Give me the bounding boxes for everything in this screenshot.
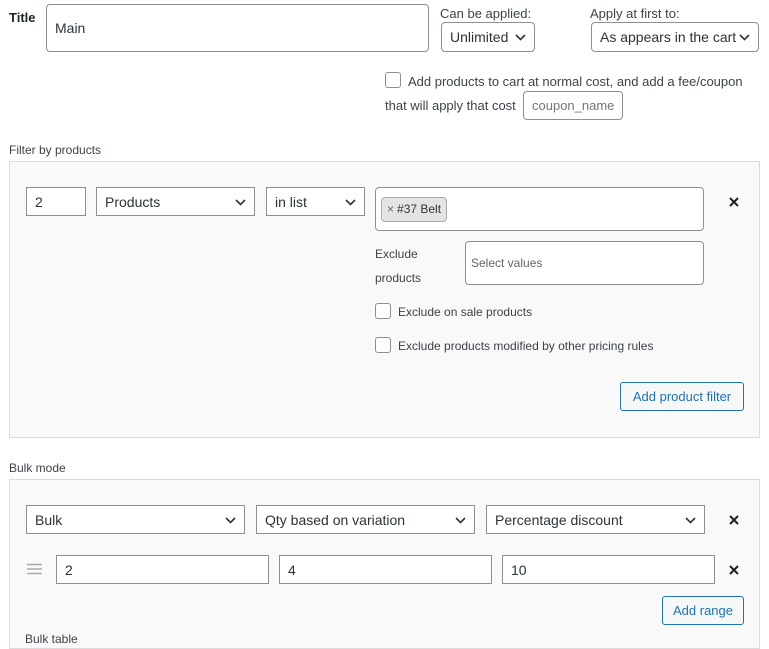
chevron-down-icon	[225, 516, 236, 524]
fee-coupon-checkbox[interactable]	[385, 72, 401, 88]
remove-bulk-close-icon[interactable]	[727, 513, 741, 527]
apply-first-value: As appears in the cart	[600, 29, 737, 45]
filter-type-select[interactable]: Products	[96, 187, 255, 216]
bulk-mode-select[interactable]: Bulk	[26, 505, 245, 534]
chevron-down-icon	[235, 198, 246, 206]
apply-first-select[interactable]: As appears in the cart	[591, 22, 759, 52]
filter-qty-input[interactable]: 2	[26, 187, 86, 216]
chevron-down-icon	[685, 516, 696, 524]
filter-qty-value: 2	[35, 193, 43, 210]
range-to-input[interactable]: 4	[279, 555, 492, 584]
qty-basis-select[interactable]: Qty based on variation	[256, 505, 475, 534]
filter-method-value: in list	[275, 193, 307, 210]
filter-section-label: Filter by products	[9, 143, 102, 157]
coupon-name-placeholder: coupon_name	[532, 98, 615, 113]
discount-type-value: Percentage discount	[495, 511, 623, 528]
filter-method-select[interactable]: in list	[266, 187, 365, 216]
bulk-section-label: Bulk mode	[9, 461, 66, 475]
exclude-on-sale-checkbox[interactable]	[375, 303, 391, 319]
product-tag: × #37 Belt	[381, 196, 448, 222]
product-tag-label: #37 Belt	[397, 202, 442, 216]
exclude-modified-checkbox[interactable]	[375, 337, 391, 353]
add-range-button[interactable]: Add range	[662, 596, 744, 625]
chevron-down-icon	[515, 34, 526, 41]
can-be-applied-label: Can be applied:	[440, 6, 532, 21]
can-be-applied-value: Unlimited	[450, 29, 509, 45]
chevron-down-icon	[455, 516, 466, 524]
chevron-down-icon	[345, 198, 356, 206]
add-product-filter-button[interactable]: Add product filter	[620, 382, 744, 411]
exclude-label-line2: products	[375, 271, 422, 285]
fee-coupon-text-line1: Add products to cart at normal cost, and…	[408, 74, 743, 89]
exclude-modified-label: Exclude products modified by other prici…	[398, 339, 654, 353]
qty-basis-value: Qty based on variation	[265, 511, 406, 528]
title-input[interactable]: Main	[46, 4, 429, 52]
fee-coupon-text-line2: that will apply that cost	[385, 98, 516, 113]
can-be-applied-select[interactable]: Unlimited	[441, 22, 535, 52]
filter-type-value: Products	[105, 193, 161, 210]
discount-type-select[interactable]: Percentage discount	[486, 505, 705, 534]
tag-remove-icon[interactable]: ×	[387, 202, 394, 216]
drag-handle-icon[interactable]	[27, 563, 42, 575]
range-value-input[interactable]: 10	[502, 555, 715, 584]
bulk-table-label-cut: Bulk table	[25, 632, 78, 646]
remove-range-close-icon[interactable]	[727, 563, 741, 577]
range-to-value: 4	[288, 561, 296, 578]
range-from-value: 2	[65, 561, 73, 578]
title-label: Title	[9, 10, 36, 25]
title-input-value: Main	[55, 20, 86, 36]
exclude-label-line1: Exclude	[375, 247, 418, 261]
product-values-select[interactable]: × #37 Belt	[375, 187, 704, 231]
range-discount-value: 10	[511, 561, 527, 578]
bulk-mode-value: Bulk	[35, 511, 63, 528]
apply-first-label: Apply at first to:	[590, 6, 680, 21]
remove-filter-close-icon[interactable]	[727, 195, 741, 209]
exclude-on-sale-label: Exclude on sale products	[398, 305, 533, 319]
chevron-down-icon	[739, 34, 750, 41]
exclude-placeholder: Select values	[471, 256, 543, 270]
exclude-products-select[interactable]: Select values	[465, 241, 704, 285]
coupon-name-input[interactable]: coupon_name	[523, 91, 623, 120]
range-from-input[interactable]: 2	[56, 555, 269, 584]
